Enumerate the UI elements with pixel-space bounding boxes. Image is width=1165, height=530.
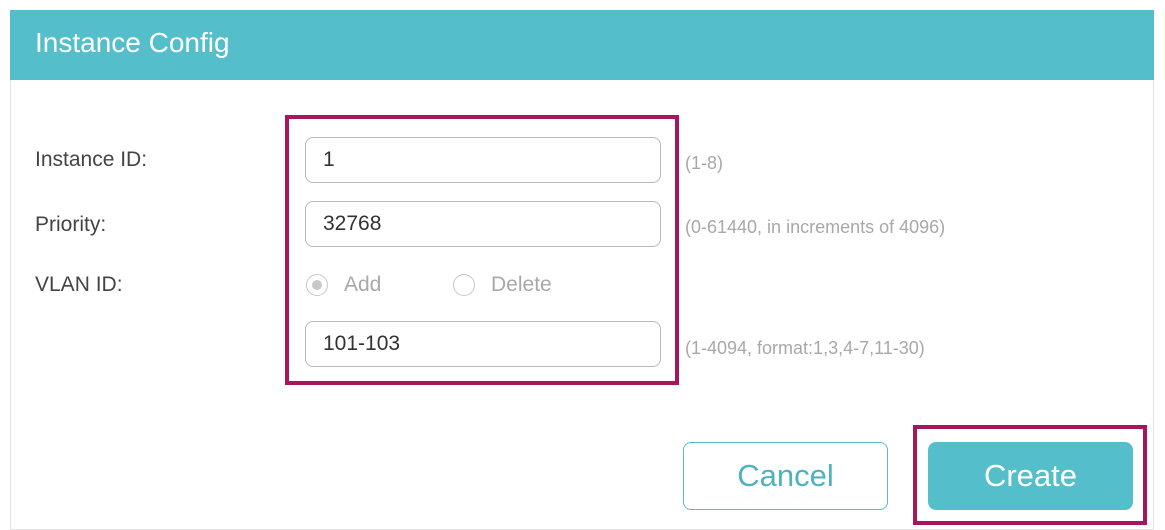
fields-highlight-box	[285, 115, 679, 385]
panel-title: Instance Config	[35, 27, 230, 58]
vlan-id-label: VLAN ID:	[35, 273, 123, 296]
cancel-button[interactable]: Cancel	[683, 442, 888, 510]
priority-hint: (0-61440, in increments of 4096)	[685, 217, 946, 237]
vlan-id-hint: (1-4094, format:1,3,4-7,11-30)	[685, 338, 925, 358]
panel-header: Instance Config	[10, 10, 1154, 80]
instance-id-hint: (1-8)	[685, 153, 724, 173]
instance-id-label: Instance ID:	[35, 148, 148, 171]
create-button[interactable]: Create	[928, 442, 1133, 510]
priority-label: Priority:	[35, 213, 107, 236]
